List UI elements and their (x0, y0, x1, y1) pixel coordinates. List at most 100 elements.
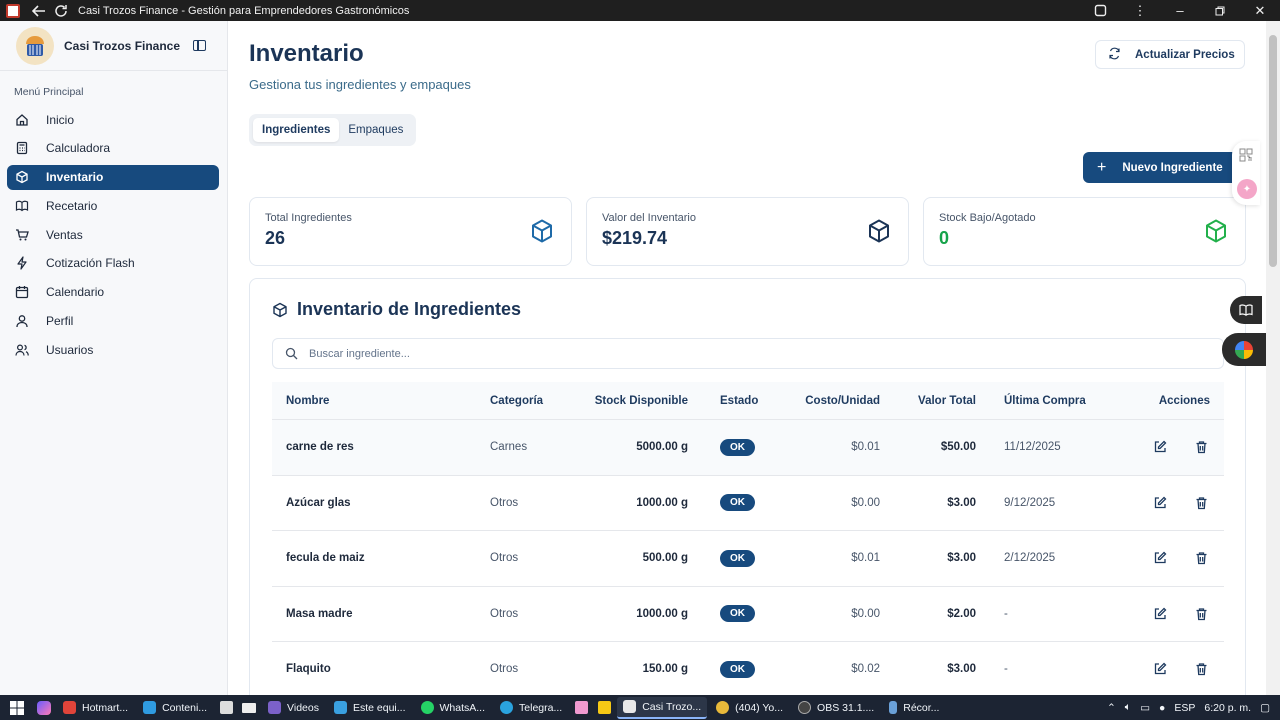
column-header-nombre[interactable]: Nombre (272, 395, 476, 407)
sidebar-toggle-icon[interactable] (193, 40, 206, 51)
tab-empaques[interactable]: Empaques (339, 118, 412, 142)
status-badge: OK (720, 438, 755, 456)
edit-icon[interactable] (1151, 661, 1168, 678)
search-icon (285, 347, 298, 360)
trash-icon[interactable] (1193, 494, 1210, 511)
taskbar-item[interactable]: Hotmart... (57, 697, 134, 719)
chrome-icon (716, 701, 730, 714)
sidebar-item-label: Inicio (46, 112, 75, 127)
cell-nombre: fecula de maiz (286, 552, 365, 565)
more-icon[interactable]: ⋮ (1120, 0, 1160, 21)
translate-icon[interactable]: ✦ (1237, 179, 1257, 199)
package-icon (15, 170, 29, 184)
panel-title: Inventario de Ingredientes (272, 299, 521, 320)
package-icon (532, 219, 552, 243)
refresh-prices-button[interactable]: Actualizar Precios (1095, 40, 1245, 69)
app-icon (6, 3, 20, 18)
sidebar-item-cotizacion-flash[interactable]: Cotización Flash (7, 251, 219, 276)
cell-nombre: Masa madre (286, 607, 353, 620)
extensions-icon[interactable] (1080, 0, 1120, 21)
chevron-up-icon[interactable]: ⌃ (1107, 702, 1116, 714)
mail-icon[interactable] (239, 697, 259, 719)
trash-icon[interactable] (1193, 605, 1210, 622)
edit-icon[interactable] (1151, 605, 1168, 622)
pink-app-icon[interactable] (571, 697, 591, 719)
start-button[interactable] (0, 695, 34, 720)
store-icon[interactable] (216, 697, 236, 719)
trash-icon[interactable] (1193, 661, 1210, 678)
column-header-ultima-compra[interactable]: Última Compra (976, 395, 1116, 407)
taskbar-item[interactable]: Videos (262, 697, 325, 719)
language-indicator[interactable]: ESP (1174, 702, 1195, 714)
taskbar-item[interactable]: Conteni... (137, 697, 213, 719)
stat-label: Stock Bajo/Agotado (939, 212, 1036, 224)
sidebar-item-label: Cotización Flash (46, 256, 135, 271)
battery-icon[interactable]: ▭ (1140, 702, 1150, 714)
color-picker-button[interactable] (1222, 333, 1266, 366)
edit-icon[interactable] (1151, 494, 1168, 511)
taskbar-item[interactable]: WhatsA... (415, 697, 492, 719)
column-header-estado[interactable]: Estado (688, 395, 760, 407)
restore-icon[interactable] (1200, 0, 1240, 21)
search-input[interactable] (309, 347, 1189, 360)
sidebar-item-calendario[interactable]: Calendario (7, 280, 219, 305)
cell-estado: OK (688, 660, 760, 678)
edit-icon[interactable] (1151, 550, 1168, 567)
sidebar-item-ventas[interactable]: Ventas (7, 222, 219, 247)
trash-icon[interactable] (1193, 439, 1210, 456)
tab-ingredientes[interactable]: Ingredientes (253, 118, 340, 142)
column-header-costo[interactable]: Costo/Unidad (760, 395, 880, 407)
app-icon (420, 701, 434, 714)
sidebar-item-perfil[interactable]: Perfil (7, 309, 219, 334)
taskbar-item-label: Récor... (903, 701, 940, 714)
cell-costo: $0.01 (851, 552, 880, 565)
sidebar-item-calculadora[interactable]: Calculadora (7, 136, 219, 161)
cell-valor: $3.00 (947, 496, 976, 509)
copilot-icon[interactable] (34, 697, 54, 719)
stat-card-total-ingredientes: Total Ingredientes 26 (249, 197, 572, 266)
sidebar-item-label: Calendario (46, 285, 105, 300)
taskbar-item[interactable]: (404) Yo... (710, 697, 789, 719)
column-header-stock[interactable]: Stock Disponible (578, 395, 688, 407)
column-header-valor[interactable]: Valor Total (880, 395, 976, 407)
taskbar-item[interactable]: OBS 31.1.... (792, 697, 880, 719)
scrollbar-thumb[interactable] (1269, 35, 1277, 267)
minimize-icon[interactable]: – (1160, 0, 1200, 21)
taskbar-item-label: Hotmart... (82, 701, 129, 714)
taskbar-item-label: WhatsA... (439, 701, 486, 714)
stat-card-stock-bajo: Stock Bajo/Agotado 0 (923, 197, 1246, 266)
taskbar-item[interactable]: Récor... (883, 697, 945, 719)
floating-toolbar: ✦ (1232, 141, 1260, 205)
panel-title-text: Inventario de Ingredientes (297, 299, 522, 319)
microphone-icon[interactable]: ● (1159, 702, 1165, 714)
taskbar-item-label: Casi Trozo... (642, 700, 702, 713)
cell-acciones (1116, 439, 1224, 456)
scrollbar[interactable] (1266, 21, 1280, 695)
edit-icon[interactable] (1151, 439, 1168, 456)
notes-icon[interactable] (594, 697, 614, 719)
close-icon[interactable]: ✕ (1240, 0, 1280, 21)
trash-icon[interactable] (1193, 550, 1210, 567)
thermometer-icon (889, 701, 898, 714)
stat-value: 26 (265, 228, 286, 248)
qr-icon[interactable] (1239, 148, 1253, 167)
column-header-categoria[interactable]: Categoría (476, 395, 578, 407)
sidebar-item-inicio[interactable]: Inicio (7, 107, 219, 132)
taskbar-item-label: Videos (287, 701, 319, 714)
volume-icon[interactable]: 🔈︎ (1125, 701, 1131, 714)
back-icon[interactable] (28, 0, 50, 21)
sidebar-item-recetario[interactable]: Recetario (7, 193, 219, 218)
reload-icon[interactable] (50, 0, 72, 21)
taskbar-item[interactable]: Este equi... (328, 697, 412, 719)
sidebar-item-inventario[interactable]: Inventario (7, 164, 219, 190)
notifications-icon[interactable]: ▢ (1260, 702, 1270, 714)
clock[interactable]: 6:20 p. m. (1204, 702, 1251, 714)
reader-button[interactable] (1230, 296, 1262, 324)
cell-fecha: - (1004, 607, 1008, 620)
taskbar-item[interactable]: Telegra... (494, 697, 568, 719)
new-ingredient-button[interactable]: + Nuevo Ingrediente (1083, 152, 1245, 183)
cell-nombre: Flaquito (286, 663, 331, 676)
taskbar-item-active[interactable]: Casi Trozo... (617, 696, 708, 719)
sidebar-item-usuarios[interactable]: Usuarios (7, 337, 219, 362)
app-icon (268, 701, 282, 714)
